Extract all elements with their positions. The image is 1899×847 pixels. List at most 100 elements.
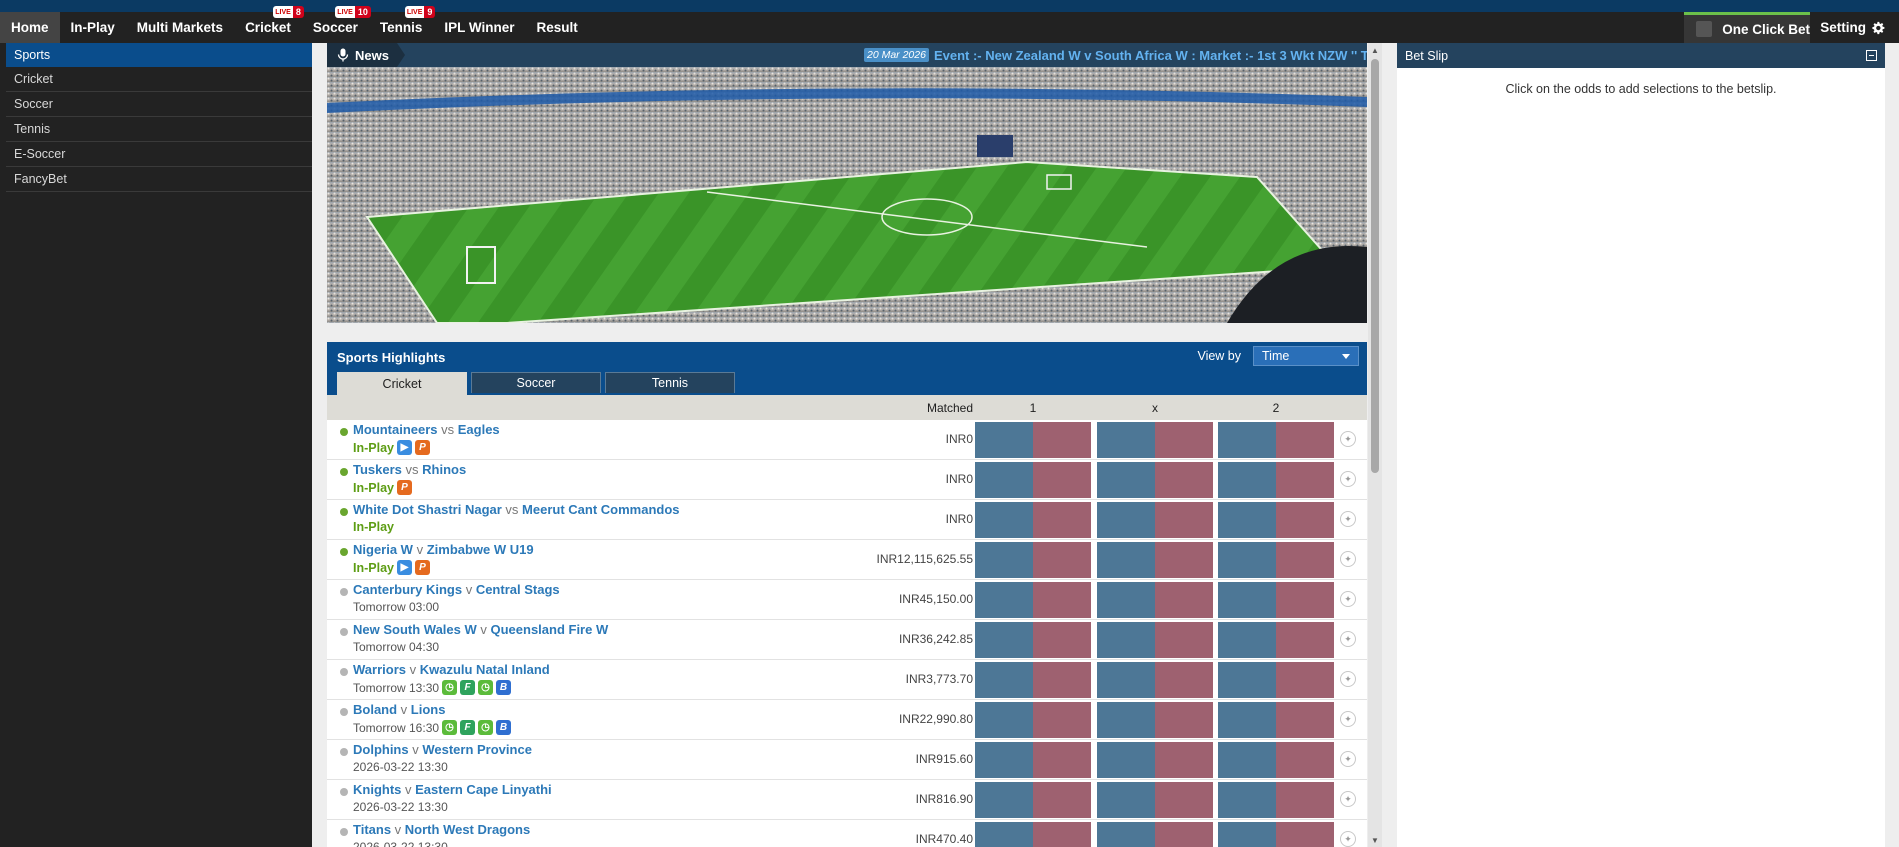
setting-button[interactable]: Setting <box>1810 12 1899 43</box>
back-odds-button[interactable] <box>1097 782 1155 818</box>
news-ticker[interactable]: 20 Mar 2026 Event :- New Zealand W v Sou… <box>864 43 1367 67</box>
lay-odds-button[interactable] <box>1033 582 1091 618</box>
tab-tennis[interactable]: Tennis <box>605 372 735 393</box>
one-click-checkbox[interactable] <box>1696 21 1713 37</box>
lay-odds-button[interactable] <box>1033 662 1091 698</box>
back-odds-button[interactable] <box>1097 622 1155 658</box>
nav-item-multi-markets[interactable]: Multi Markets <box>126 12 234 43</box>
back-odds-button[interactable] <box>1218 502 1276 538</box>
lay-odds-button[interactable] <box>1155 662 1213 698</box>
back-odds-button[interactable] <box>1218 622 1276 658</box>
nav-item-ipl-winner[interactable]: IPL Winner <box>433 12 525 43</box>
nav-item-tennis[interactable]: Tennis LIVE 9 <box>369 6 436 43</box>
event-name-link[interactable]: Tuskers vs Rhinos <box>353 462 466 477</box>
event-name-link[interactable]: Dolphins v Western Province <box>353 742 532 757</box>
back-odds-button[interactable] <box>1218 422 1276 458</box>
back-odds-button[interactable] <box>975 702 1033 738</box>
scroll-up-icon[interactable]: ▲ <box>1368 43 1382 57</box>
minimize-icon[interactable] <box>1866 50 1877 61</box>
back-odds-button[interactable] <box>975 462 1033 498</box>
event-name-link[interactable]: Canterbury Kings v Central Stags <box>353 582 560 597</box>
lay-odds-button[interactable] <box>1155 622 1213 658</box>
nav-item-result[interactable]: Result <box>526 12 589 43</box>
pin-icon[interactable]: ✦ <box>1340 511 1356 527</box>
sidebar-item-cricket[interactable]: Cricket <box>6 67 312 92</box>
back-odds-button[interactable] <box>975 502 1033 538</box>
back-odds-button[interactable] <box>1218 822 1276 847</box>
event-name-link[interactable]: White Dot Shastri Nagar vs Meerut Cant C… <box>353 502 680 517</box>
pin-icon[interactable]: ✦ <box>1340 591 1356 607</box>
back-odds-button[interactable] <box>1097 542 1155 578</box>
lay-odds-button[interactable] <box>1033 782 1091 818</box>
lay-odds-button[interactable] <box>1155 782 1213 818</box>
event-name-link[interactable]: Boland v Lions <box>353 702 445 717</box>
sidebar-item-fancybet[interactable]: FancyBet <box>6 167 312 192</box>
pin-icon[interactable]: ✦ <box>1340 631 1356 647</box>
lay-odds-button[interactable] <box>1155 422 1213 458</box>
back-odds-button[interactable] <box>1097 582 1155 618</box>
tab-cricket[interactable]: Cricket <box>337 372 467 395</box>
lay-odds-button[interactable] <box>1155 822 1213 847</box>
back-odds-button[interactable] <box>975 542 1033 578</box>
back-odds-button[interactable] <box>1097 462 1155 498</box>
lay-odds-button[interactable] <box>1155 462 1213 498</box>
back-odds-button[interactable] <box>975 822 1033 847</box>
lay-odds-button[interactable] <box>1276 622 1334 658</box>
back-odds-button[interactable] <box>975 422 1033 458</box>
view-by-select[interactable]: Time <box>1253 346 1359 366</box>
event-name-link[interactable]: Nigeria W v Zimbabwe W U19 <box>353 542 534 557</box>
lay-odds-button[interactable] <box>1033 622 1091 658</box>
lay-odds-button[interactable] <box>1033 542 1091 578</box>
sidebar-heading-sports[interactable]: Sports <box>6 43 312 67</box>
sidebar-item-soccer[interactable]: Soccer <box>6 92 312 117</box>
nav-item-soccer[interactable]: Soccer LIVE 10 <box>302 6 371 43</box>
back-odds-button[interactable] <box>975 742 1033 778</box>
back-odds-button[interactable] <box>1218 702 1276 738</box>
back-odds-button[interactable] <box>975 582 1033 618</box>
pin-icon[interactable]: ✦ <box>1340 831 1356 847</box>
lay-odds-button[interactable] <box>1276 662 1334 698</box>
nav-item-home[interactable]: Home <box>0 12 60 43</box>
pin-icon[interactable]: ✦ <box>1340 551 1356 567</box>
pin-icon[interactable]: ✦ <box>1340 791 1356 807</box>
pin-icon[interactable]: ✦ <box>1340 711 1356 727</box>
sidebar-item-tennis[interactable]: Tennis <box>6 117 312 142</box>
back-odds-button[interactable] <box>1097 822 1155 847</box>
lay-odds-button[interactable] <box>1276 462 1334 498</box>
lay-odds-button[interactable] <box>1155 742 1213 778</box>
event-name-link[interactable]: Warriors v Kwazulu Natal Inland <box>353 662 550 677</box>
back-odds-button[interactable] <box>1097 742 1155 778</box>
tab-soccer[interactable]: Soccer <box>471 372 601 393</box>
back-odds-button[interactable] <box>1218 542 1276 578</box>
back-odds-button[interactable] <box>1097 702 1155 738</box>
back-odds-button[interactable] <box>1218 782 1276 818</box>
lay-odds-button[interactable] <box>1276 422 1334 458</box>
lay-odds-button[interactable] <box>1276 822 1334 847</box>
lay-odds-button[interactable] <box>1155 542 1213 578</box>
one-click-bet-toggle[interactable]: One Click Bet <box>1684 12 1811 43</box>
lay-odds-button[interactable] <box>1276 542 1334 578</box>
lay-odds-button[interactable] <box>1033 422 1091 458</box>
main-scrollbar[interactable]: ▲ ▼ <box>1368 43 1382 847</box>
back-odds-button[interactable] <box>1218 742 1276 778</box>
back-odds-button[interactable] <box>975 662 1033 698</box>
lay-odds-button[interactable] <box>1276 502 1334 538</box>
back-odds-button[interactable] <box>1097 502 1155 538</box>
back-odds-button[interactable] <box>975 622 1033 658</box>
nav-item-cricket[interactable]: Cricket LIVE 8 <box>234 6 304 43</box>
lay-odds-button[interactable] <box>1033 702 1091 738</box>
lay-odds-button[interactable] <box>1276 742 1334 778</box>
scrollbar-thumb[interactable] <box>1371 59 1379 473</box>
lay-odds-button[interactable] <box>1276 782 1334 818</box>
lay-odds-button[interactable] <box>1155 502 1213 538</box>
lay-odds-button[interactable] <box>1155 702 1213 738</box>
back-odds-button[interactable] <box>1218 582 1276 618</box>
scroll-down-icon[interactable]: ▼ <box>1368 833 1382 847</box>
pin-icon[interactable]: ✦ <box>1340 671 1356 687</box>
lay-odds-button[interactable] <box>1276 702 1334 738</box>
lay-odds-button[interactable] <box>1033 462 1091 498</box>
event-name-link[interactable]: New South Wales W v Queensland Fire W <box>353 622 608 637</box>
back-odds-button[interactable] <box>1218 662 1276 698</box>
lay-odds-button[interactable] <box>1033 742 1091 778</box>
nav-item-in-play[interactable]: In-Play <box>60 12 126 43</box>
